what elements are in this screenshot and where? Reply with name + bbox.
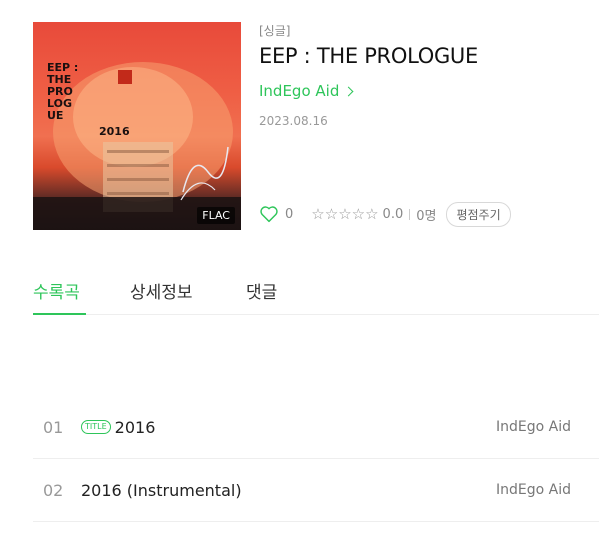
- track-title[interactable]: 2016 (Instrumental): [81, 481, 242, 500]
- format-badge: FLAC: [197, 207, 235, 224]
- cover-artwork: [33, 62, 241, 230]
- album-cover[interactable]: EEP : THE PRO LOG UE 2016 FLAC: [33, 22, 241, 230]
- divider: [409, 208, 411, 220]
- track-number: 02: [43, 480, 64, 500]
- star-empty-icon: ☆: [311, 204, 325, 223]
- rate-button[interactable]: 평점주기: [446, 201, 511, 227]
- star-rating[interactable]: ☆ ☆ ☆ ☆ ☆: [311, 204, 379, 223]
- artist-link[interactable]: IndEgo Aid: [259, 82, 354, 100]
- like-button[interactable]: [259, 205, 279, 223]
- release-date: 2023.08.16: [259, 114, 328, 128]
- track-row[interactable]: 02 2016 (Instrumental) IndEgo Aid: [33, 459, 599, 522]
- star-empty-icon: ☆: [324, 204, 339, 223]
- album-title: EEP : THE PROLOGUE: [259, 44, 478, 68]
- star-empty-icon: ☆: [365, 204, 379, 223]
- album-type-label: [싱글]: [259, 24, 291, 38]
- heart-icon: [260, 206, 278, 223]
- track-number: 01: [43, 417, 64, 437]
- album-stats: 0 ☆ ☆ ☆ ☆ ☆ 0.0 0명 평점주기: [259, 201, 511, 227]
- cover-year-text: 2016: [99, 125, 130, 138]
- tab-tracks[interactable]: 수록곡: [33, 278, 80, 303]
- rater-count: 0명: [416, 208, 437, 224]
- cover-title-text: EEP : THE PRO LOG UE: [47, 61, 79, 122]
- like-count: 0: [285, 206, 294, 222]
- track-artist[interactable]: IndEgo Aid: [496, 482, 571, 498]
- active-tab-indicator: [33, 313, 86, 315]
- tab-details[interactable]: 상세정보: [130, 278, 193, 303]
- artist-name: IndEgo Aid: [259, 82, 340, 100]
- chevron-right-icon: [343, 86, 354, 96]
- title-track-badge: TITLE: [81, 420, 111, 434]
- track-row[interactable]: 01 TITLE 2016 IndEgo Aid: [33, 396, 599, 459]
- star-empty-icon: ☆: [351, 204, 366, 223]
- rating-score: 0.0: [382, 206, 404, 222]
- track-title[interactable]: 2016: [115, 418, 156, 437]
- tab-comments[interactable]: 댓글: [246, 278, 277, 303]
- content-tabs: 수록곡 상세정보 댓글: [33, 274, 599, 315]
- star-empty-icon: ☆: [338, 204, 352, 223]
- track-artist[interactable]: IndEgo Aid: [496, 419, 571, 435]
